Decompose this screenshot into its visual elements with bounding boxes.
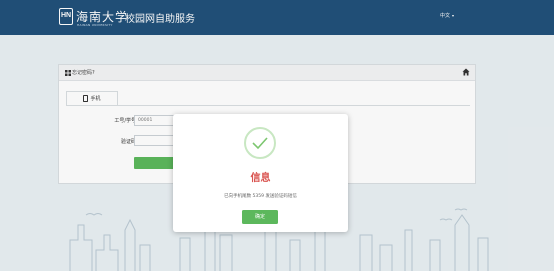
dialog-title: 信息 [250,173,271,184]
info-dialog: 信息 已向手机尾数 5359 发送验证码短信 确定 [173,114,348,232]
check-icon [252,137,268,150]
success-indicator [244,127,276,159]
dialog-message: 已向手机尾数 5359 发送验证码短信 [224,194,297,199]
confirm-button[interactable]: 确定 [242,210,278,224]
